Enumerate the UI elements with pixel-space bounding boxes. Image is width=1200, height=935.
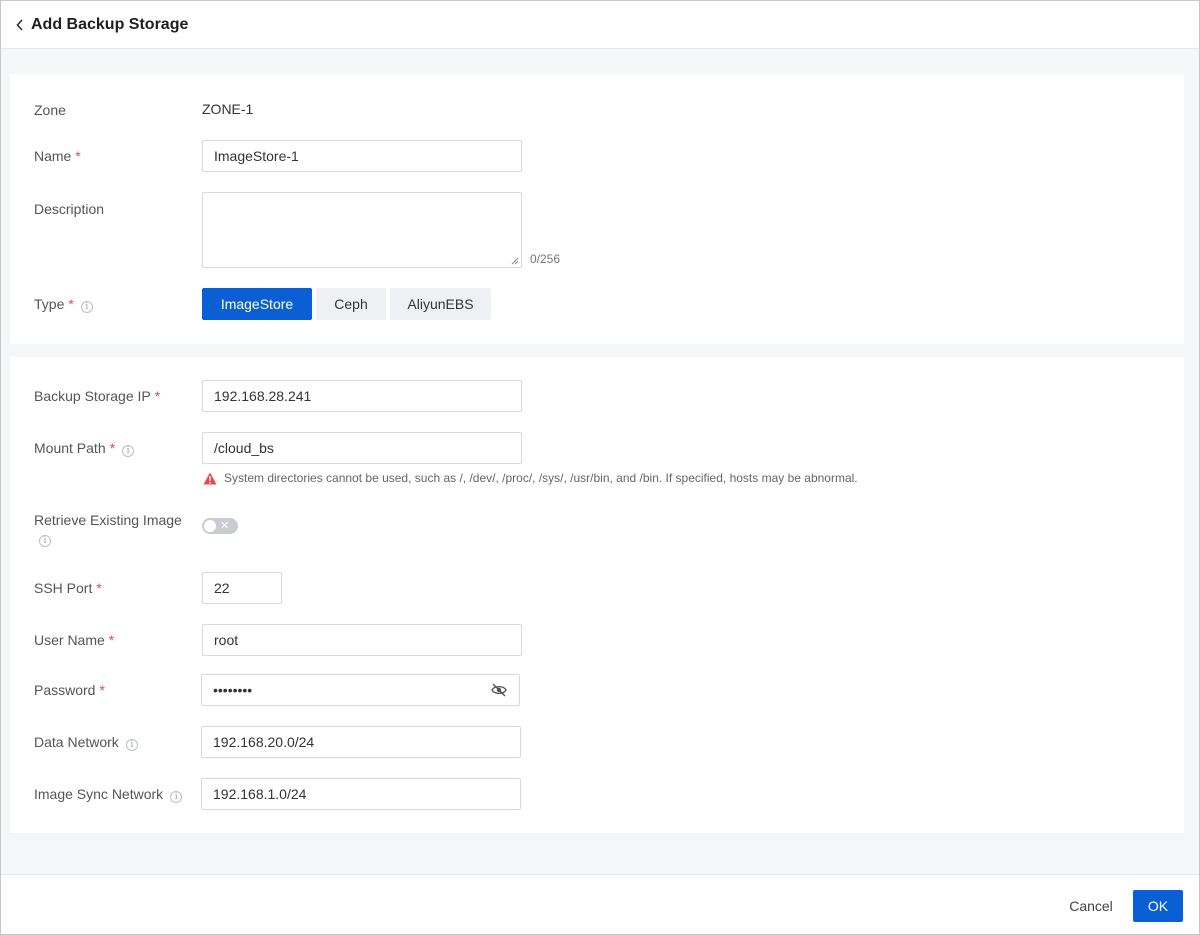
info-icon[interactable]: i	[39, 535, 51, 547]
data-network-label: Data Network i	[34, 733, 138, 751]
user-name-label: User Name *	[34, 631, 114, 649]
info-icon[interactable]: i	[80, 301, 93, 313]
type-label-text: Type	[34, 296, 65, 312]
required-marker: *	[99, 682, 105, 698]
image-sync-network-input[interactable]: 192.168.1.0/24	[201, 778, 521, 810]
name-input[interactable]: ImageStore-1	[202, 140, 522, 172]
page-title: Add Backup Storage	[31, 15, 189, 33]
page-header: Add Backup Storage	[1, 1, 1199, 49]
type-option-ceph[interactable]: Ceph	[316, 288, 386, 320]
mount-path-input[interactable]: /cloud_bs	[202, 432, 522, 464]
description-label-text: Description	[34, 201, 105, 217]
basic-info-card: Zone ZONE-1 Name * ImageStore-1 Descripti…	[10, 74, 1184, 344]
password-value: ••••••••	[213, 682, 253, 698]
description-counter: 0/256	[530, 252, 561, 266]
required-marker: *	[68, 296, 74, 312]
password-input[interactable]: ••••••••	[201, 674, 520, 706]
info-icon[interactable]: i	[122, 445, 135, 457]
resize-grip-icon[interactable]	[511, 257, 519, 265]
required-marker: *	[109, 440, 116, 456]
data-network-input[interactable]: 192.168.20.0/24	[201, 726, 521, 758]
user-name-label-text: User Name	[34, 632, 105, 648]
mount-path-label-text: Mount Path	[34, 440, 106, 456]
required-marker: *	[96, 580, 102, 596]
mount-path-label: Mount Path * i	[34, 439, 135, 457]
type-option-aliyunebs[interactable]: AliyunEBS	[390, 288, 491, 320]
zone-value: ZONE-1	[202, 101, 254, 117]
warning-text: System directories cannot be used, such …	[224, 471, 858, 485]
password-label-text: Password	[34, 682, 96, 698]
dialog-footer: Cancel OK	[1, 874, 1199, 934]
description-textarea[interactable]	[202, 192, 522, 268]
zone-label-text: Zone	[34, 102, 66, 118]
toggle-x-icon: ✕	[220, 520, 230, 532]
ssh-port-input[interactable]: 22	[202, 572, 282, 604]
back-button[interactable]	[13, 15, 27, 35]
image-sync-network-label-text: Image Sync Network	[34, 786, 164, 802]
retrieve-image-label-text: Retrieve Existing Image	[34, 512, 182, 528]
dialog-frame: Add Backup Storage Zone ZONE-1 Name * Ima…	[0, 0, 1200, 935]
required-marker: *	[154, 388, 161, 404]
description-label: Description	[34, 200, 104, 218]
backup-ip-label: Backup Storage IP *	[34, 387, 160, 405]
image-sync-network-label: Image Sync Network i	[34, 785, 183, 803]
info-icon[interactable]: i	[170, 791, 183, 803]
ssh-port-label: SSH Port *	[34, 579, 102, 597]
name-label-text: Name	[34, 148, 72, 164]
user-name-input[interactable]: root	[202, 624, 522, 656]
warning-icon	[203, 472, 217, 484]
name-label: Name *	[34, 147, 81, 165]
ssh-port-label-text: SSH Port	[34, 580, 93, 596]
zone-label: Zone	[34, 101, 66, 119]
backup-ip-input[interactable]: 192.168.28.241	[202, 380, 522, 412]
chevron-left-icon	[16, 18, 23, 31]
required-marker: *	[75, 148, 81, 164]
mount-path-warning: System directories cannot be used, such …	[203, 471, 858, 485]
type-option-imagestore[interactable]: ImageStore	[202, 288, 312, 320]
toggle-knob	[204, 520, 216, 532]
backup-ip-label-text: Backup Storage IP	[34, 388, 151, 404]
retrieve-image-toggle[interactable]: ✕	[202, 518, 238, 534]
ok-button[interactable]: OK	[1133, 890, 1183, 922]
cancel-button[interactable]: Cancel	[1061, 890, 1121, 922]
password-label: Password *	[34, 681, 105, 699]
retrieve-image-label: Retrieve Existing Image i	[34, 511, 194, 547]
config-card: Backup Storage IP * 192.168.28.241 Mount …	[10, 357, 1184, 833]
type-label: Type * i	[34, 295, 93, 313]
required-marker: *	[108, 632, 115, 648]
data-network-label-text: Data Network	[34, 734, 119, 750]
info-icon[interactable]: i	[125, 739, 138, 751]
eye-off-icon[interactable]	[491, 683, 507, 697]
